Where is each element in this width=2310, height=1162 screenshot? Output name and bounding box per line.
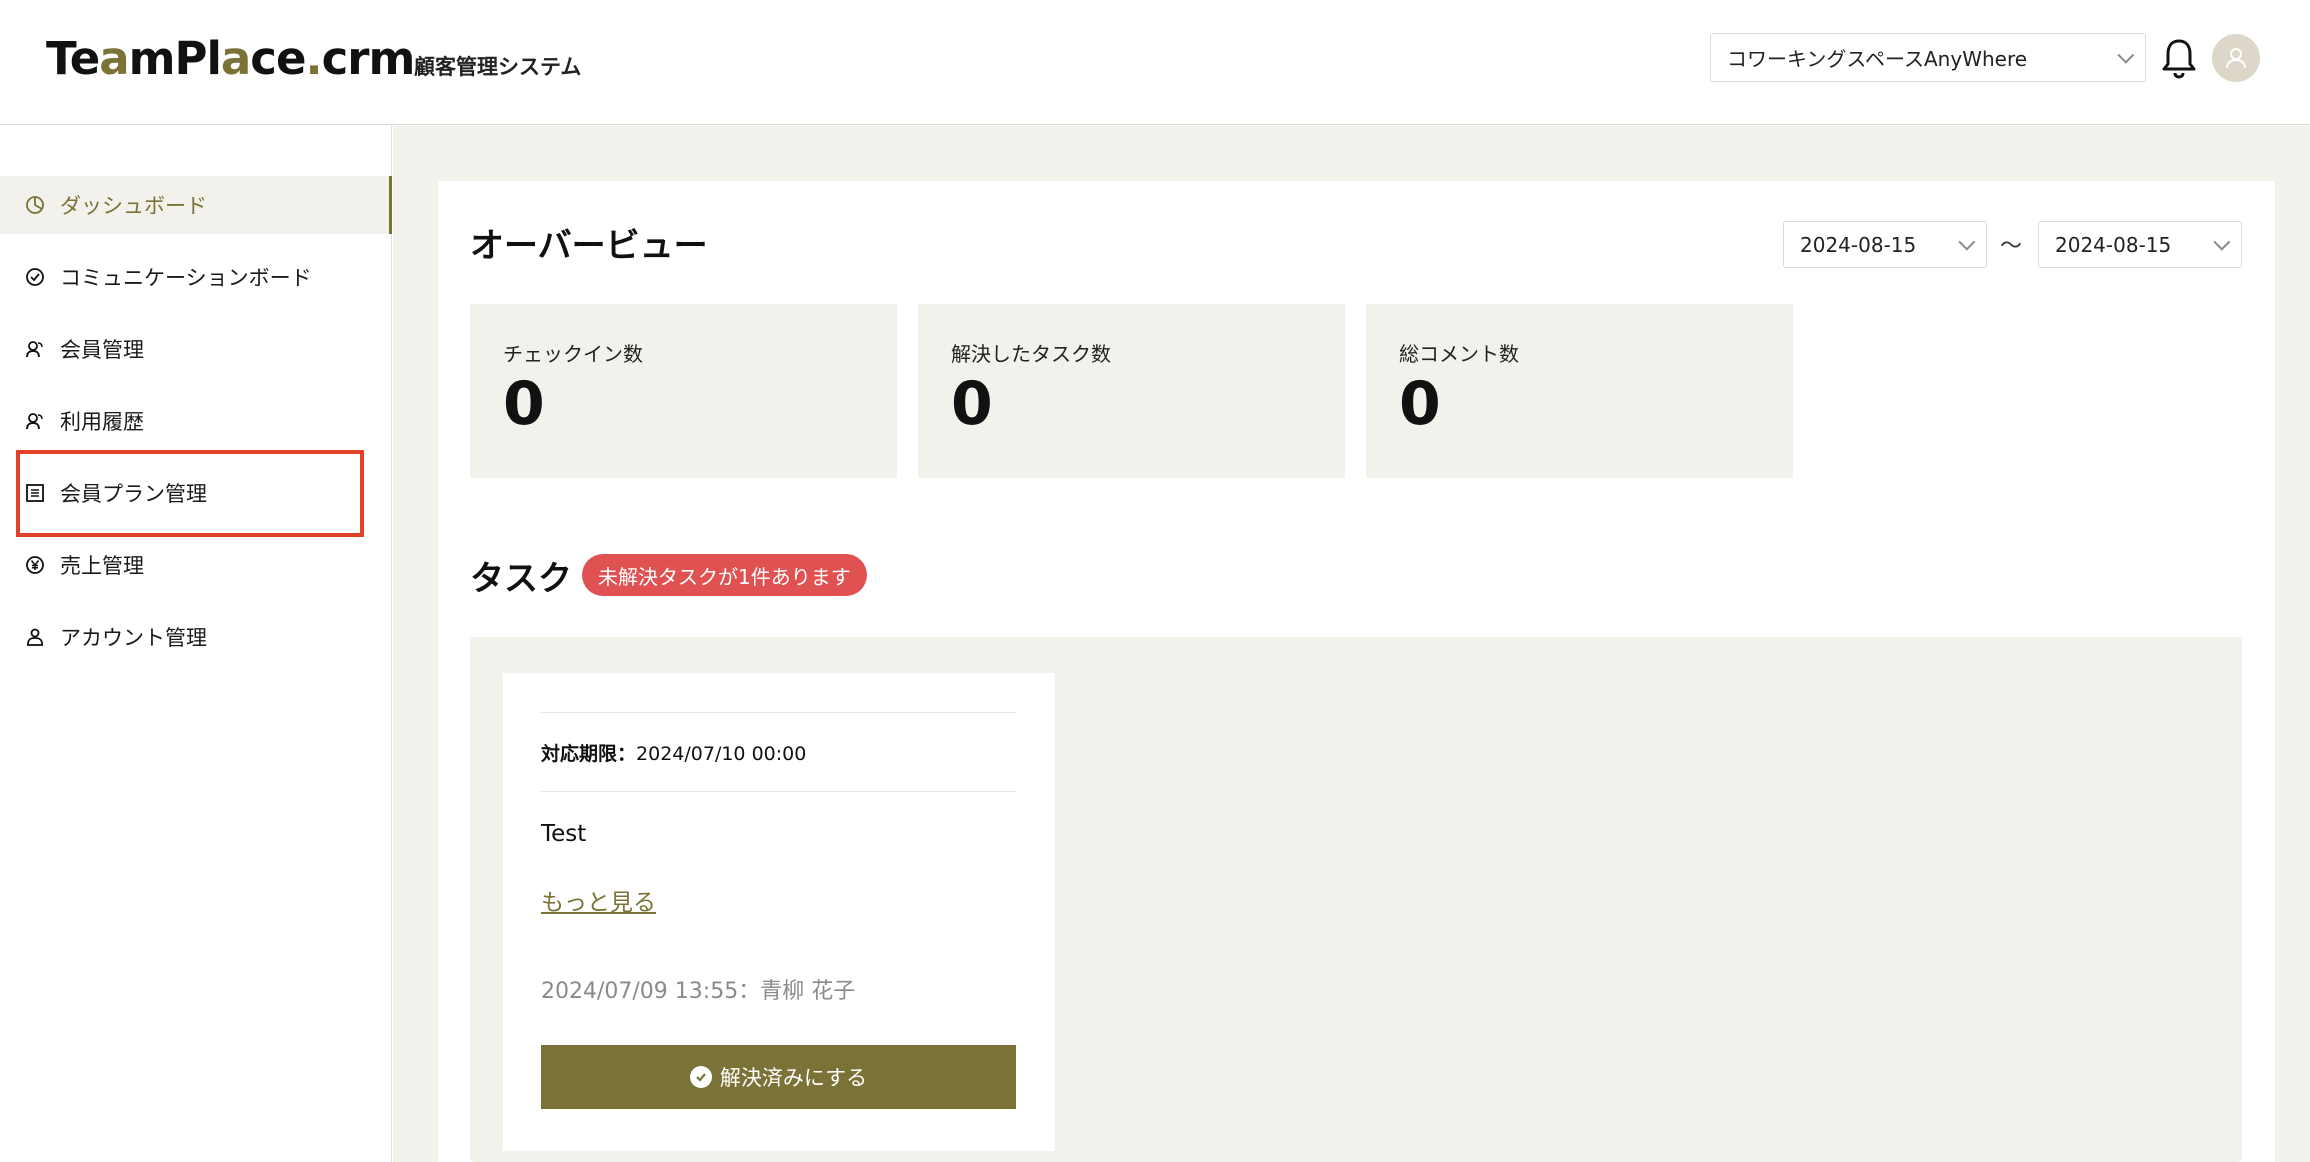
space-select-value: コワーキングスペースAnyWhere [1727,47,2028,71]
users-icon [24,338,46,360]
task-deadline: 対応期限：2024/07/10 00:00 [541,743,807,765]
resolve-task-label: 解決済みにする [719,1067,868,1090]
sidebar-item-label: ダッシュボード [60,194,207,218]
sidebar-item-label: アカウント管理 [60,626,207,650]
sidebar-item-label: コミュニケーションボード [60,266,312,290]
space-select[interactable]: コワーキングスペースAnyWhere [1710,33,2146,82]
stat-card-total-comments: 総コメント数 0 [1366,304,1793,478]
stat-card-checkins: チェックイン数 0 [470,304,897,478]
task-card: 対応期限：2024/07/10 00:00 Test もっと見る 2024/07… [503,673,1055,1151]
stat-label: 総コメント数 [1399,342,1519,366]
show-more-link[interactable]: もっと見る [541,883,656,917]
divider [541,791,1016,792]
check-circle-icon [689,1066,712,1088]
app-header: TeamPlace.crm 顧客管理システム コワーキングスペースAnyWher… [0,0,2310,125]
sidebar-item-account[interactable]: アカウント管理 [0,608,392,666]
sidebar-item-dashboard[interactable]: ダッシュボード [0,176,392,234]
overview-title: オーバービュー [470,226,708,266]
stat-label: 解決したタスク数 [951,342,1111,366]
stat-value: 0 [1399,369,1441,439]
sidebar-item-communication-board[interactable]: コミュニケーションボード [0,248,392,306]
sidebar-item-label: 会員管理 [60,338,144,362]
resolve-task-button[interactable]: 解決済みにする [541,1045,1016,1109]
task-text: Test [541,821,587,847]
sidebar-item-members[interactable]: 会員管理 [0,320,392,378]
stat-card-resolved-tasks: 解決したタスク数 0 [918,304,1345,478]
tasks-title: タスク [470,559,572,599]
bell-icon[interactable] [2160,36,2198,80]
sidebar-item-member-plans[interactable]: 会員プラン管理 [0,464,392,522]
stat-value: 0 [503,369,545,439]
logo-text: TeamPlace.crm [46,31,415,85]
date-from-select[interactable]: 2024-08-15 [1783,221,1987,268]
date-to-select[interactable]: 2024-08-15 [2038,221,2242,268]
yen-circle-icon [24,554,46,576]
account-icon [24,626,46,648]
stat-label: チェックイン数 [503,342,643,366]
sidebar: ダッシュボード コミュニケーションボード 会員管理 利用履歴 会員プラン管理 売… [0,126,392,1162]
users-icon [24,410,46,432]
task-meta: 2024/07/09 13:55：青柳 花子 [541,979,856,1004]
sidebar-item-label: 利用履歴 [60,410,144,434]
sidebar-item-label: 会員プラン管理 [60,482,207,506]
sidebar-item-sales[interactable]: 売上管理 [0,536,392,594]
avatar[interactable] [2212,34,2260,82]
date-to-value: 2024-08-15 [2055,232,2172,257]
pie-chart-icon [24,194,46,216]
chevron-down-icon [1958,233,1976,251]
divider [541,712,1016,713]
date-range-separator: 〜 [2000,234,2023,259]
sidebar-item-label: 売上管理 [60,554,144,578]
date-from-value: 2024-08-15 [1800,232,1917,257]
app-subtitle: 顧客管理システム [414,55,582,79]
unresolved-tasks-badge: 未解決タスクが1件あります [582,554,867,596]
list-icon [24,482,46,504]
chevron-down-icon [2117,46,2135,64]
stat-value: 0 [951,369,993,439]
user-icon [2226,48,2246,69]
sidebar-item-usage-history[interactable]: 利用履歴 [0,392,392,450]
chevron-down-icon [2213,233,2231,251]
check-circle-icon [24,266,46,288]
teamplace-logo[interactable]: TeamPlace.crm [46,30,415,86]
